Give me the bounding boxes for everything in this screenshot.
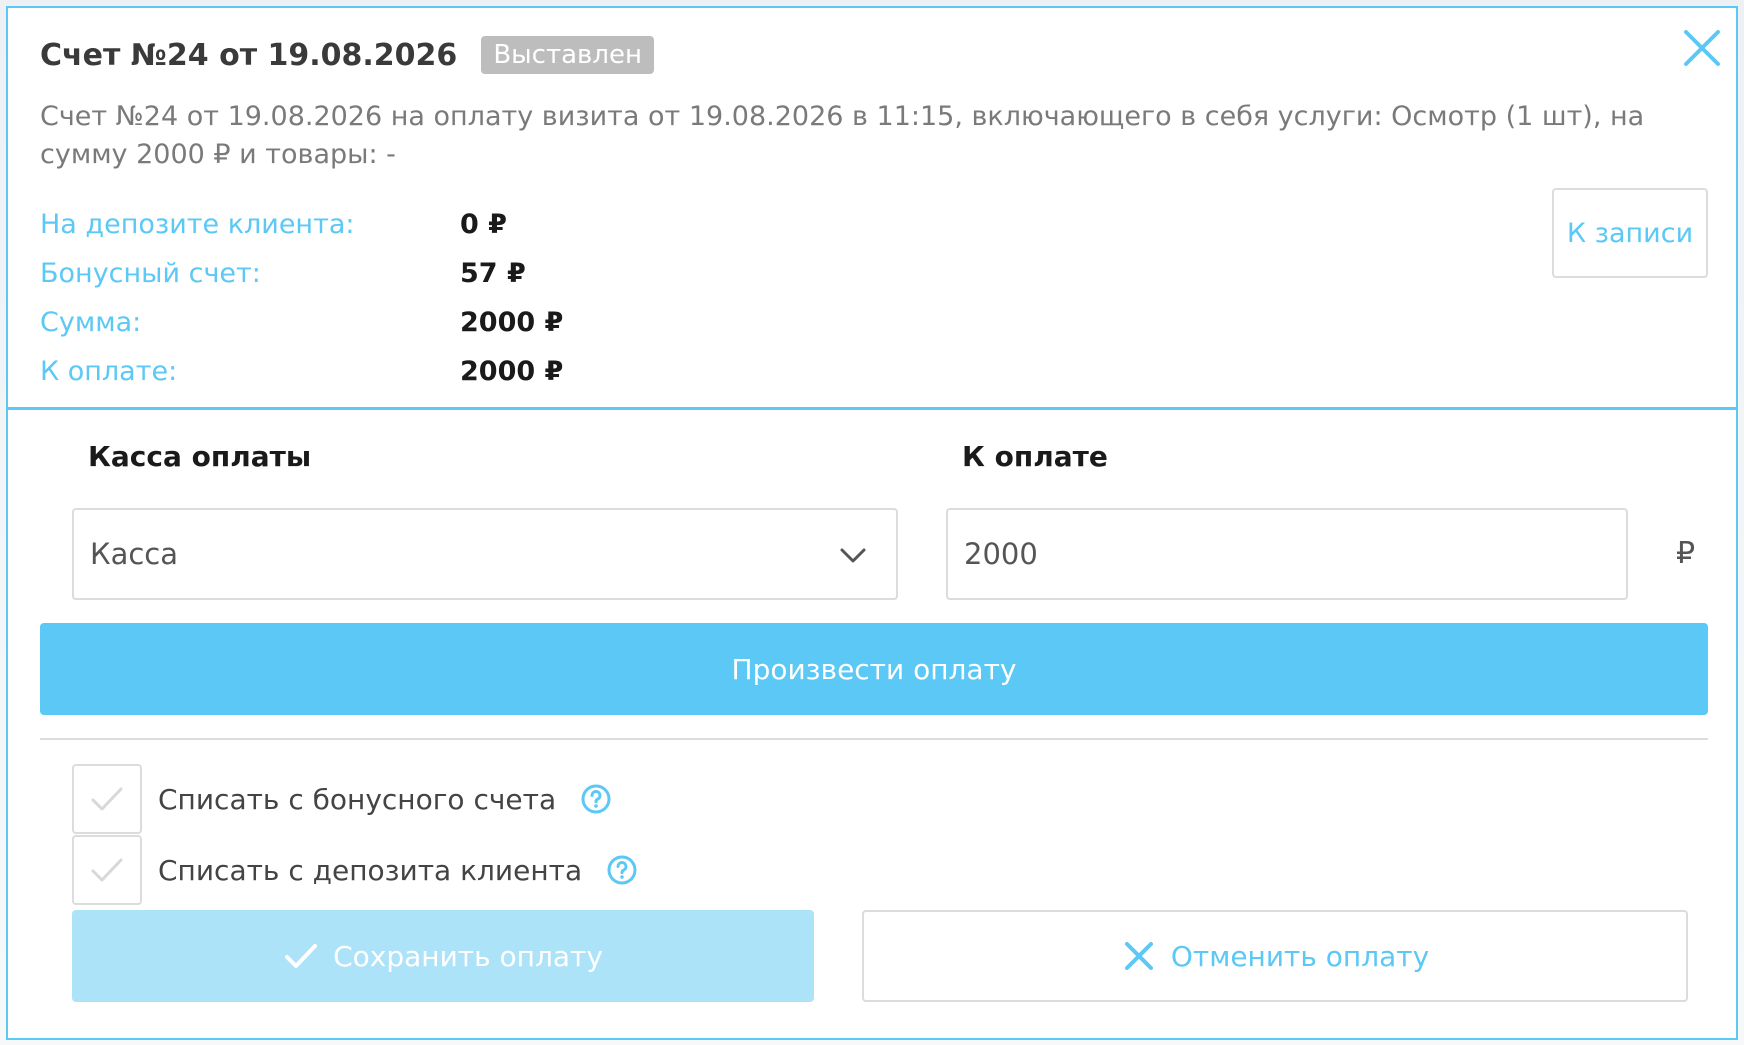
help-icon[interactable] <box>580 783 612 815</box>
to-record-button[interactable]: К записи <box>1552 188 1708 278</box>
info-value: 0 ₽ <box>460 209 507 240</box>
info-label: Бонусный счет: <box>40 258 261 289</box>
divider <box>40 738 1708 740</box>
info-label: На депозите клиента: <box>40 209 355 240</box>
info-row-bonus: Бонусный счет: 57 ₽ <box>40 249 563 298</box>
info-label: Сумма: <box>40 307 142 338</box>
cancel-payment-label: Отменить оплату <box>1170 939 1430 973</box>
info-row-sum: Сумма: 2000 ₽ <box>40 298 563 347</box>
deposit-checkbox-label: Списать с депозита клиента <box>158 853 583 887</box>
currency-sign: ₽ <box>1676 536 1696 571</box>
cashbox-label: Касса оплаты <box>88 440 312 473</box>
cashbox-select-value: Касса <box>90 537 179 571</box>
deposit-option: Списать с депозита клиента <box>72 835 638 905</box>
deposit-checkbox[interactable] <box>72 835 142 905</box>
help-icon[interactable] <box>606 854 638 886</box>
bonus-checkbox-label: Списать с бонусного счета <box>158 782 557 816</box>
invoice-title: Счет №24 от 19.08.2026 <box>40 37 458 73</box>
payment-modal: Счет №24 от 19.08.2026 Выставлен Счет №2… <box>6 6 1738 1040</box>
amount-label: К оплате <box>962 440 1108 473</box>
info-label: К оплате: <box>40 356 178 387</box>
cashbox-select[interactable]: Касса <box>72 508 898 600</box>
pay-button[interactable]: Произвести оплату <box>40 623 1708 715</box>
info-value: 57 ₽ <box>460 258 526 289</box>
info-row-to-pay: К оплате: 2000 ₽ <box>40 347 563 396</box>
info-value: 2000 ₽ <box>460 356 564 387</box>
title-row: Счет №24 от 19.08.2026 Выставлен <box>40 36 654 74</box>
save-payment-label: Сохранить оплату <box>333 939 603 973</box>
save-payment-button[interactable]: Сохранить оплату <box>72 910 814 1002</box>
status-badge: Выставлен <box>481 36 654 74</box>
check-icon <box>285 944 318 968</box>
invoice-info: На депозите клиента: 0 ₽ Бонусный счет: … <box>40 200 563 396</box>
bonus-checkbox[interactable] <box>72 764 142 834</box>
info-value: 2000 ₽ <box>460 307 564 338</box>
invoice-header: Счет №24 от 19.08.2026 Выставлен Счет №2… <box>8 8 1736 410</box>
close-icon <box>1124 942 1153 970</box>
check-icon <box>91 858 123 882</box>
cancel-payment-button[interactable]: Отменить оплату <box>862 910 1688 1002</box>
check-icon <box>91 787 123 811</box>
info-row-deposit: На депозите клиента: 0 ₽ <box>40 200 563 249</box>
chevron-down-icon <box>840 548 866 563</box>
amount-input[interactable] <box>946 508 1628 600</box>
invoice-description: Счет №24 от 19.08.2026 на оплату визита … <box>40 101 1645 170</box>
close-icon[interactable] <box>1680 26 1724 70</box>
bonus-option: Списать с бонусного счета <box>72 764 612 834</box>
